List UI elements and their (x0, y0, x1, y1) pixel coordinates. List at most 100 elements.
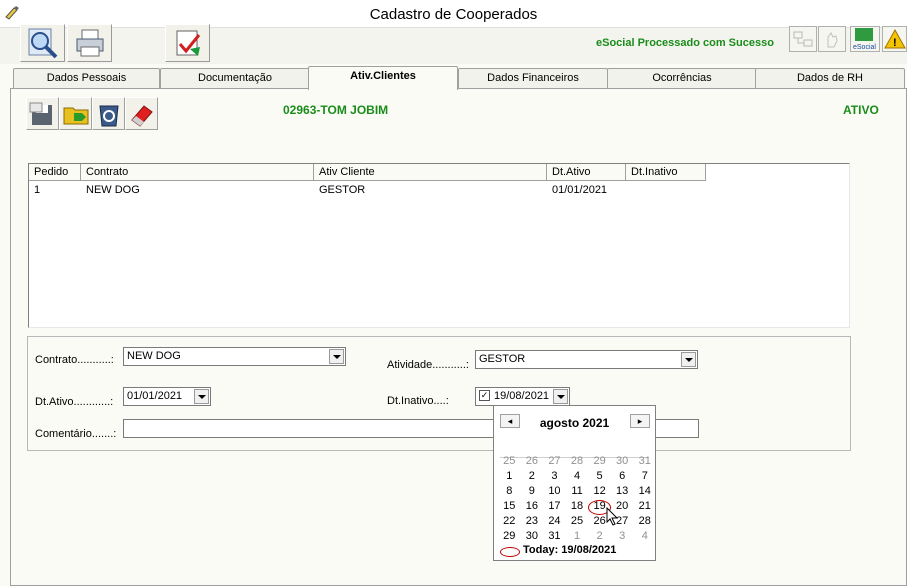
esocial-logo-icon: eSocial (853, 28, 876, 51)
calendar-day[interactable]: 29 (498, 529, 521, 544)
calendar-day[interactable]: 22 (498, 514, 521, 529)
esocial-send-button[interactable] (789, 26, 817, 52)
activities-grid[interactable]: Pedido Contrato Ativ Cliente Dt.Ativo Dt… (28, 163, 850, 328)
calendar-day[interactable]: 6 (611, 469, 634, 484)
calendar-day[interactable]: 1 (498, 469, 521, 484)
approve-button[interactable] (165, 24, 210, 62)
cell-ativ-cliente: GESTOR (319, 184, 366, 196)
calendar-day[interactable]: 5 (588, 469, 611, 484)
tab-ativ-clientes[interactable]: Ativ.Clientes (308, 66, 458, 90)
calendar-day[interactable]: 4 (633, 529, 656, 544)
calendar-day[interactable]: 31 (543, 529, 566, 544)
tab-documentacao[interactable]: Documentação (160, 68, 310, 89)
next-month-button[interactable]: ▸ (630, 414, 650, 428)
calendar-day[interactable]: 25 (498, 454, 521, 469)
dt-inativo-checkbox[interactable]: ✓ (479, 390, 490, 401)
atividade-value: GESTOR (479, 353, 526, 365)
calendar-day[interactable]: 28 (566, 454, 589, 469)
col-ativ-cliente[interactable]: Ativ Cliente (314, 164, 547, 181)
search-button[interactable] (20, 24, 65, 62)
contrato-label: Contrato...........: (35, 354, 114, 366)
calendar-day[interactable]: 27 (543, 454, 566, 469)
atividade-select[interactable]: GESTOR (475, 350, 698, 369)
calendar-day[interactable]: 2 (521, 469, 544, 484)
tab-dados-pessoais[interactable]: Dados Pessoais (13, 68, 160, 89)
save-icon (29, 102, 52, 125)
calendar-day[interactable]: 30 (611, 454, 634, 469)
eraser-icon (130, 104, 153, 127)
calendar-day[interactable]: 14 (633, 484, 656, 499)
calendar-day[interactable]: 9 (521, 484, 544, 499)
calendar-day[interactable]: 3 (543, 469, 566, 484)
warning-icon: ! (883, 28, 906, 49)
calendar-day[interactable]: 23 (521, 514, 544, 529)
mouse-cursor-icon (606, 507, 619, 526)
calendar-day[interactable]: 3 (611, 529, 634, 544)
calendar-day[interactable]: 28 (633, 514, 656, 529)
hand-icon (827, 32, 838, 48)
calendar-day[interactable]: 25 (566, 514, 589, 529)
date-picker-calendar[interactable]: ◂ agosto 2021 ▸ 25 26 27 28 29 30 31 1 2… (493, 405, 656, 561)
calendar-week: 1 2 3 4 5 6 7 (498, 469, 656, 484)
calendar-day[interactable]: 29 (588, 454, 611, 469)
contrato-select[interactable]: NEW DOG (123, 347, 346, 366)
printer-icon (76, 29, 103, 57)
tab-dados-de-rh[interactable]: Dados de RH (755, 68, 905, 89)
delete-button[interactable] (92, 97, 125, 130)
calendar-days: 25 26 27 28 29 30 31 1 2 3 4 5 6 7 8 9 1… (498, 454, 656, 544)
calendar-day[interactable]: 17 (543, 499, 566, 514)
calendar-day[interactable]: 13 (611, 484, 634, 499)
recycle-bin-icon (98, 105, 119, 126)
calendar-day[interactable]: 12 (588, 484, 611, 499)
chevron-down-icon[interactable] (681, 352, 696, 367)
calendar-day[interactable]: 16 (521, 499, 544, 514)
warning-button[interactable]: ! (882, 26, 907, 52)
calendar-day[interactable]: 8 (498, 484, 521, 499)
dt-inativo-datepicker[interactable]: ✓ 19/08/2021 (475, 387, 570, 406)
today-marker-icon (500, 547, 520, 557)
checklist-icon (176, 30, 200, 56)
calendar-day[interactable]: 18 (566, 499, 589, 514)
search-icon (28, 28, 57, 59)
col-dt-ativo[interactable]: Dt.Ativo (547, 164, 626, 181)
svg-text:eSocial: eSocial (853, 44, 876, 51)
col-pedido[interactable]: Pedido (29, 164, 81, 181)
col-contrato[interactable]: Contrato (81, 164, 314, 181)
tab-ocorrencias[interactable]: Ocorrências (607, 68, 757, 89)
dt-inativo-label: Dt.Inativo....: (387, 395, 449, 407)
today-link[interactable]: Today: 19/08/2021 (523, 544, 616, 556)
clear-button[interactable] (125, 97, 158, 130)
esocial-status-message: eSocial Processado com Sucesso (596, 37, 774, 49)
open-button[interactable] (59, 97, 92, 130)
calendar-day[interactable]: 4 (566, 469, 589, 484)
window-title: Cadastro de Cooperados (369, 6, 538, 23)
col-dt-inativo[interactable]: Dt.Inativo (626, 164, 706, 181)
calendar-day[interactable]: 30 (521, 529, 544, 544)
esocial-logo-button[interactable]: eSocial (850, 26, 880, 52)
calendar-day[interactable]: 10 (543, 484, 566, 499)
contrato-value: NEW DOG (127, 350, 181, 362)
calendar-day[interactable]: 31 (633, 454, 656, 469)
save-button[interactable] (26, 97, 59, 130)
calendar-day[interactable]: 21 (633, 499, 656, 514)
dt-ativo-datepicker[interactable]: 01/01/2021 (123, 387, 211, 406)
dt-inativo-value: 19/08/2021 (494, 390, 550, 402)
calendar-day[interactable]: 15 (498, 499, 521, 514)
comentario-label: Comentário.......: (35, 428, 117, 440)
chevron-down-icon[interactable] (194, 389, 209, 404)
calendar-day[interactable]: 1 (566, 529, 589, 544)
chevron-down-icon[interactable] (553, 389, 568, 404)
calendar-day[interactable]: 7 (633, 469, 656, 484)
print-button[interactable] (67, 24, 112, 62)
calendar-day[interactable]: 2 (588, 529, 611, 544)
calendar-day[interactable]: 26 (521, 454, 544, 469)
calendar-day[interactable]: 24 (543, 514, 566, 529)
cooperado-status: ATIVO (843, 103, 879, 117)
calendar-week: 22 23 24 25 26 27 28 (498, 514, 656, 529)
esocial-hand-button[interactable] (818, 26, 846, 52)
chevron-down-icon[interactable] (329, 349, 344, 364)
calendar-day[interactable]: 11 (566, 484, 589, 499)
tab-dados-financeiros[interactable]: Dados Financeiros (458, 68, 608, 89)
cell-dt-ativo: 01/01/2021 (552, 184, 608, 196)
folder-icon (63, 107, 88, 124)
